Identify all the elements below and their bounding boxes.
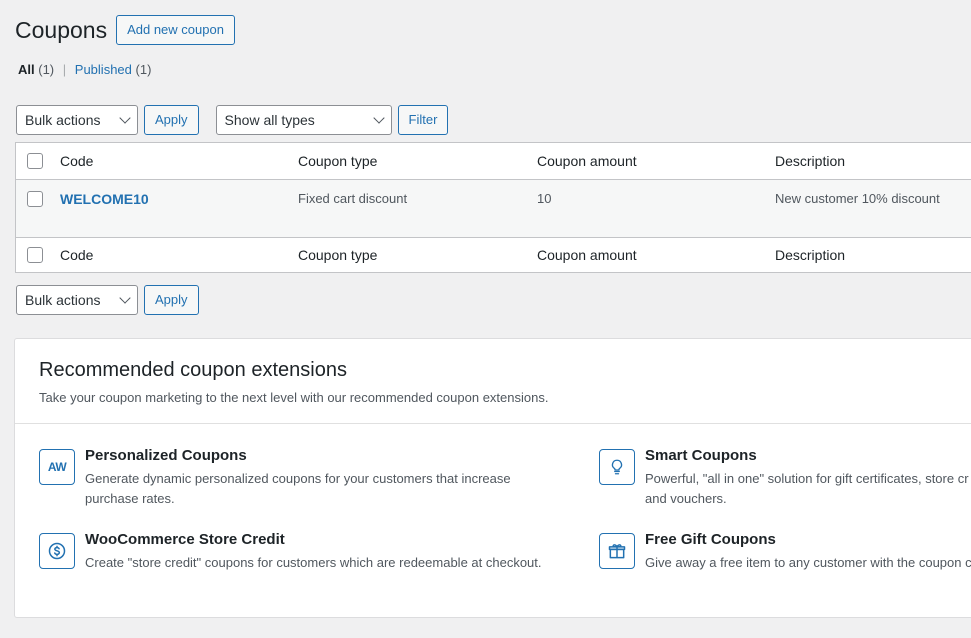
coupon-type-cell: Fixed cart discount: [298, 191, 408, 206]
column-header-type: Coupon type: [298, 153, 378, 169]
extension-personalized-coupons[interactable]: AW Personalized Coupons Generate dynamic…: [39, 447, 511, 509]
extension-description: Powerful, "all in one" solution for gift…: [645, 471, 969, 506]
tablenav-bottom: Bulk actions Apply: [16, 285, 199, 315]
table-header: Code Coupon type Coupon amount Descripti…: [16, 143, 971, 180]
filter-all-link[interactable]: All: [18, 62, 35, 77]
extension-name: Smart Coupons: [645, 447, 757, 464]
page-header: Coupons Add new coupon: [15, 15, 235, 45]
coupon-amount-cell: 10: [537, 191, 552, 206]
filter-all-count: (1): [38, 62, 55, 77]
column-footer-amount: Coupon amount: [537, 247, 637, 263]
page-title: Coupons: [15, 17, 108, 43]
status-filter-links: All (1) | Published (1): [18, 61, 151, 79]
select-all-checkbox[interactable]: [27, 153, 43, 169]
column-footer-description: Description: [775, 247, 846, 263]
apply-button-top[interactable]: Apply: [144, 105, 199, 135]
extension-name: WooCommerce Store Credit: [85, 531, 285, 548]
extension-free-gift-coupons[interactable]: Free Gift Coupons Give away a free item …: [599, 531, 971, 573]
bulk-actions-label: Bulk actions: [25, 292, 101, 308]
dollar-circle-icon: [39, 533, 75, 569]
chevron-down-icon: [119, 292, 131, 304]
chevron-down-icon: [119, 112, 131, 124]
coupon-type-label: Show all types: [224, 112, 315, 128]
filter-separator: |: [62, 62, 67, 77]
extension-description: Give away a free item to any customer wi…: [645, 555, 971, 570]
tablenav-top: Bulk actions Apply Show all types Filter: [16, 105, 449, 135]
recommended-title: Recommended coupon extensions: [39, 359, 347, 381]
column-header-description: Description: [775, 153, 846, 169]
extension-name: Free Gift Coupons: [645, 531, 776, 548]
filter-published-count: (1): [135, 62, 152, 77]
divider: [15, 423, 971, 424]
extension-description: Create "store credit" coupons for custom…: [85, 555, 542, 570]
coupon-type-select[interactable]: Show all types: [215, 105, 392, 135]
aw-logo-icon: AW: [39, 449, 75, 485]
apply-button-bottom[interactable]: Apply: [144, 285, 199, 315]
chevron-down-icon: [372, 112, 385, 124]
add-new-coupon-button[interactable]: Add new coupon: [116, 15, 235, 45]
column-footer-code[interactable]: Code: [60, 247, 93, 263]
extension-description: Generate dynamic personalized coupons fo…: [85, 471, 511, 506]
recommended-subtitle: Take your coupon marketing to the next l…: [39, 390, 549, 405]
row-checkbox[interactable]: [27, 191, 43, 207]
bulk-actions-label: Bulk actions: [25, 112, 101, 128]
recommended-extensions-card: Recommended coupon extensions Take your …: [14, 338, 971, 618]
column-header-code[interactable]: Code: [60, 153, 93, 169]
extension-smart-coupons[interactable]: Smart Coupons Powerful, "all in one" sol…: [599, 447, 969, 509]
gift-icon: [599, 533, 635, 569]
filter-button[interactable]: Filter: [397, 105, 449, 135]
column-footer-type: Coupon type: [298, 247, 378, 263]
coupon-description-cell: New customer 10% discount: [775, 191, 940, 206]
table-footer: Code Coupon type Coupon amount Descripti…: [16, 237, 971, 272]
table-row: WELCOME10 Fixed cart discount 10 New cus…: [16, 180, 971, 237]
bulk-actions-select-top[interactable]: Bulk actions: [16, 105, 138, 135]
select-all-checkbox-footer[interactable]: [27, 247, 43, 263]
bulk-actions-select-bottom[interactable]: Bulk actions: [16, 285, 138, 315]
coupons-table: Code Coupon type Coupon amount Descripti…: [15, 142, 971, 273]
coupon-code-link[interactable]: WELCOME10: [60, 191, 149, 207]
column-header-amount: Coupon amount: [537, 153, 637, 169]
extension-store-credit[interactable]: WooCommerce Store Credit Create "store c…: [39, 531, 542, 573]
filter-published-link[interactable]: Published: [75, 62, 132, 77]
extension-name: Personalized Coupons: [85, 447, 247, 464]
lightbulb-icon: [599, 449, 635, 485]
